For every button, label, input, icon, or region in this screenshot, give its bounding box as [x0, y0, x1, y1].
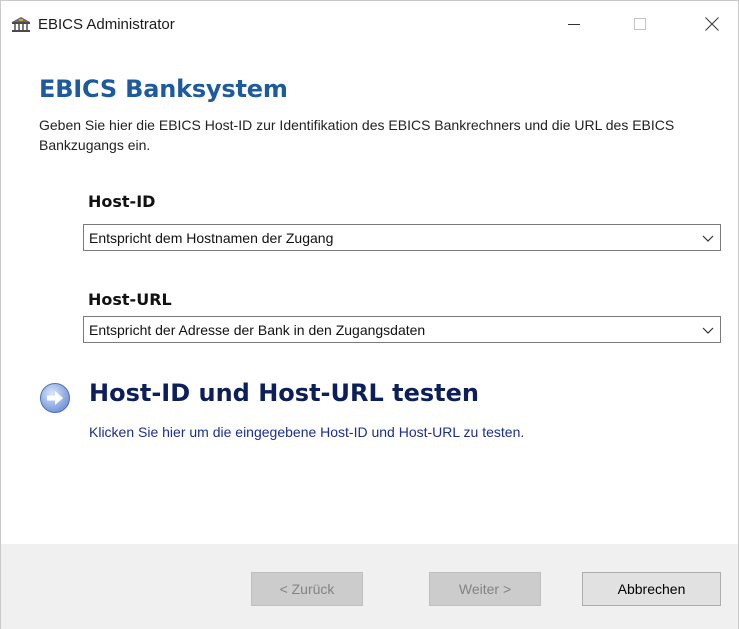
minimize-icon — [568, 24, 580, 25]
window-title: EBICS Administrator — [38, 16, 175, 33]
host-url-value: Entspricht der Adresse der Bank in den Z… — [89, 322, 426, 338]
back-button[interactable]: < Zurück — [251, 572, 363, 606]
dialog-window: EBICS Administrator EBICS Banksystem Geb… — [0, 0, 739, 629]
cancel-button[interactable]: Abbrechen — [582, 572, 721, 606]
close-icon — [705, 17, 719, 31]
next-button[interactable]: Weiter > — [429, 572, 541, 606]
host-id-value: Entspricht dem Hostnamen der Zugang — [89, 230, 334, 246]
host-url-combobox[interactable]: Entspricht der Adresse der Bank in den Z… — [83, 316, 721, 343]
minimize-button[interactable] — [551, 1, 597, 47]
close-button[interactable] — [689, 1, 735, 47]
title-bar: EBICS Administrator — [1, 1, 738, 47]
bank-icon — [12, 17, 30, 32]
page-description: Geben Sie hier die EBICS Host-ID zur Ide… — [39, 117, 675, 153]
maximize-icon — [634, 18, 646, 30]
chevron-down-icon — [702, 327, 714, 334]
test-connection-link[interactable]: Host-ID und Host-URL testen — [89, 379, 479, 407]
chevron-down-icon — [702, 235, 714, 242]
host-id-combobox[interactable]: Entspricht dem Hostnamen der Zugang — [83, 224, 721, 251]
test-connection-description: Klicken Sie hier um die eingegebene Host… — [89, 424, 525, 440]
host-id-label: Host-ID — [88, 192, 156, 211]
page-title: EBICS Banksystem — [39, 75, 288, 103]
maximize-button[interactable] — [617, 1, 663, 47]
host-url-label: Host-URL — [88, 290, 172, 309]
arrow-right-circle-icon[interactable] — [39, 382, 71, 414]
